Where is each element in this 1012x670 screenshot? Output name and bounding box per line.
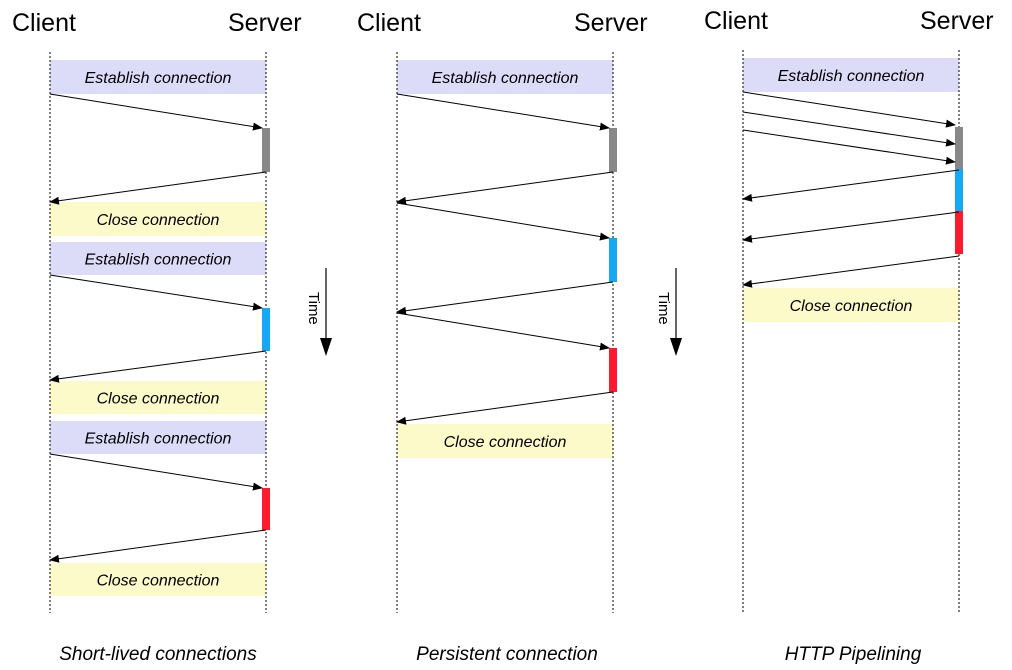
response-arrow	[396, 171, 614, 205]
box-label: Close connection	[444, 434, 567, 451]
box-label: Close connection	[97, 573, 220, 590]
request-arrow	[742, 129, 956, 165]
close-connection-box: Close connection	[50, 202, 266, 236]
response-arrow	[49, 350, 267, 383]
box-label: Establish connection	[432, 70, 579, 87]
response-arrow	[396, 391, 614, 425]
client-header: Client	[357, 9, 421, 37]
arrow-down-icon	[670, 338, 682, 356]
response-arrow	[742, 211, 960, 243]
response-arrow	[49, 529, 267, 563]
response-arrow	[396, 281, 614, 315]
establish-connection-box: Establish connection	[50, 242, 266, 275]
panel-pipelining: Client Server HTTP Pipelining Establish …	[704, 7, 994, 665]
server-processing-bar-request-3	[262, 488, 270, 530]
arrow-down-icon	[320, 338, 332, 356]
establish-connection-box: Establish connection	[743, 58, 959, 92]
establish-connection-box: Establish connection	[397, 60, 613, 94]
client-header: Client	[12, 9, 76, 37]
server-header: Server	[920, 7, 994, 35]
box-label: Establish connection	[85, 252, 232, 269]
time-label: Time	[655, 292, 672, 325]
server-processing-bar-request-3	[955, 211, 963, 254]
request-arrow	[396, 202, 610, 241]
box-label: Establish connection	[85, 431, 232, 448]
box-label: Establish connection	[85, 70, 232, 87]
request-arrow	[742, 91, 956, 128]
panel-caption: Persistent connection	[416, 644, 598, 665]
request-arrow	[396, 312, 610, 351]
request-arrow	[742, 111, 956, 147]
client-header: Client	[704, 7, 768, 35]
close-connection-box: Close connection	[743, 288, 959, 322]
panel-persistent: Client Server Persistent connection Esta…	[357, 9, 648, 665]
time-arrow: Time	[305, 268, 332, 356]
request-arrow	[396, 93, 610, 131]
box-label: Close connection	[97, 391, 220, 408]
server-header: Server	[228, 9, 302, 37]
box-label: Close connection	[97, 212, 220, 229]
panel-caption: Short-lived connections	[59, 644, 257, 665]
close-connection-box: Close connection	[50, 563, 266, 596]
time-label: Time	[305, 292, 322, 325]
response-arrow	[742, 169, 960, 202]
panel-short-lived: Client Server Short-lived connections Es…	[12, 9, 302, 665]
request-arrow	[49, 453, 263, 491]
close-connection-box: Close connection	[397, 424, 613, 458]
panel-caption: HTTP Pipelining	[785, 644, 922, 665]
request-arrow	[49, 274, 263, 311]
box-label: Establish connection	[778, 68, 925, 85]
establish-connection-box: Establish connection	[50, 421, 266, 454]
box-label: Close connection	[790, 298, 913, 315]
http-connection-diagram: Client Server Short-lived connections Es…	[12, 7, 994, 665]
server-processing-bar-request-2	[609, 238, 617, 282]
establish-connection-box: Establish connection	[50, 60, 266, 94]
request-arrow	[49, 93, 263, 131]
close-connection-box: Close connection	[50, 381, 266, 414]
server-processing-bar-request-1	[262, 128, 270, 172]
response-arrow	[742, 255, 960, 288]
server-processing-bar-request-1	[609, 128, 617, 172]
server-processing-bar-request-1	[955, 127, 963, 169]
time-arrow: Time	[655, 268, 682, 356]
server-processing-bar-request-3	[609, 348, 617, 392]
server-processing-bar-request-2	[262, 308, 270, 351]
server-header: Server	[574, 9, 648, 37]
response-arrow	[49, 171, 267, 205]
server-processing-bar-request-2	[955, 169, 963, 211]
